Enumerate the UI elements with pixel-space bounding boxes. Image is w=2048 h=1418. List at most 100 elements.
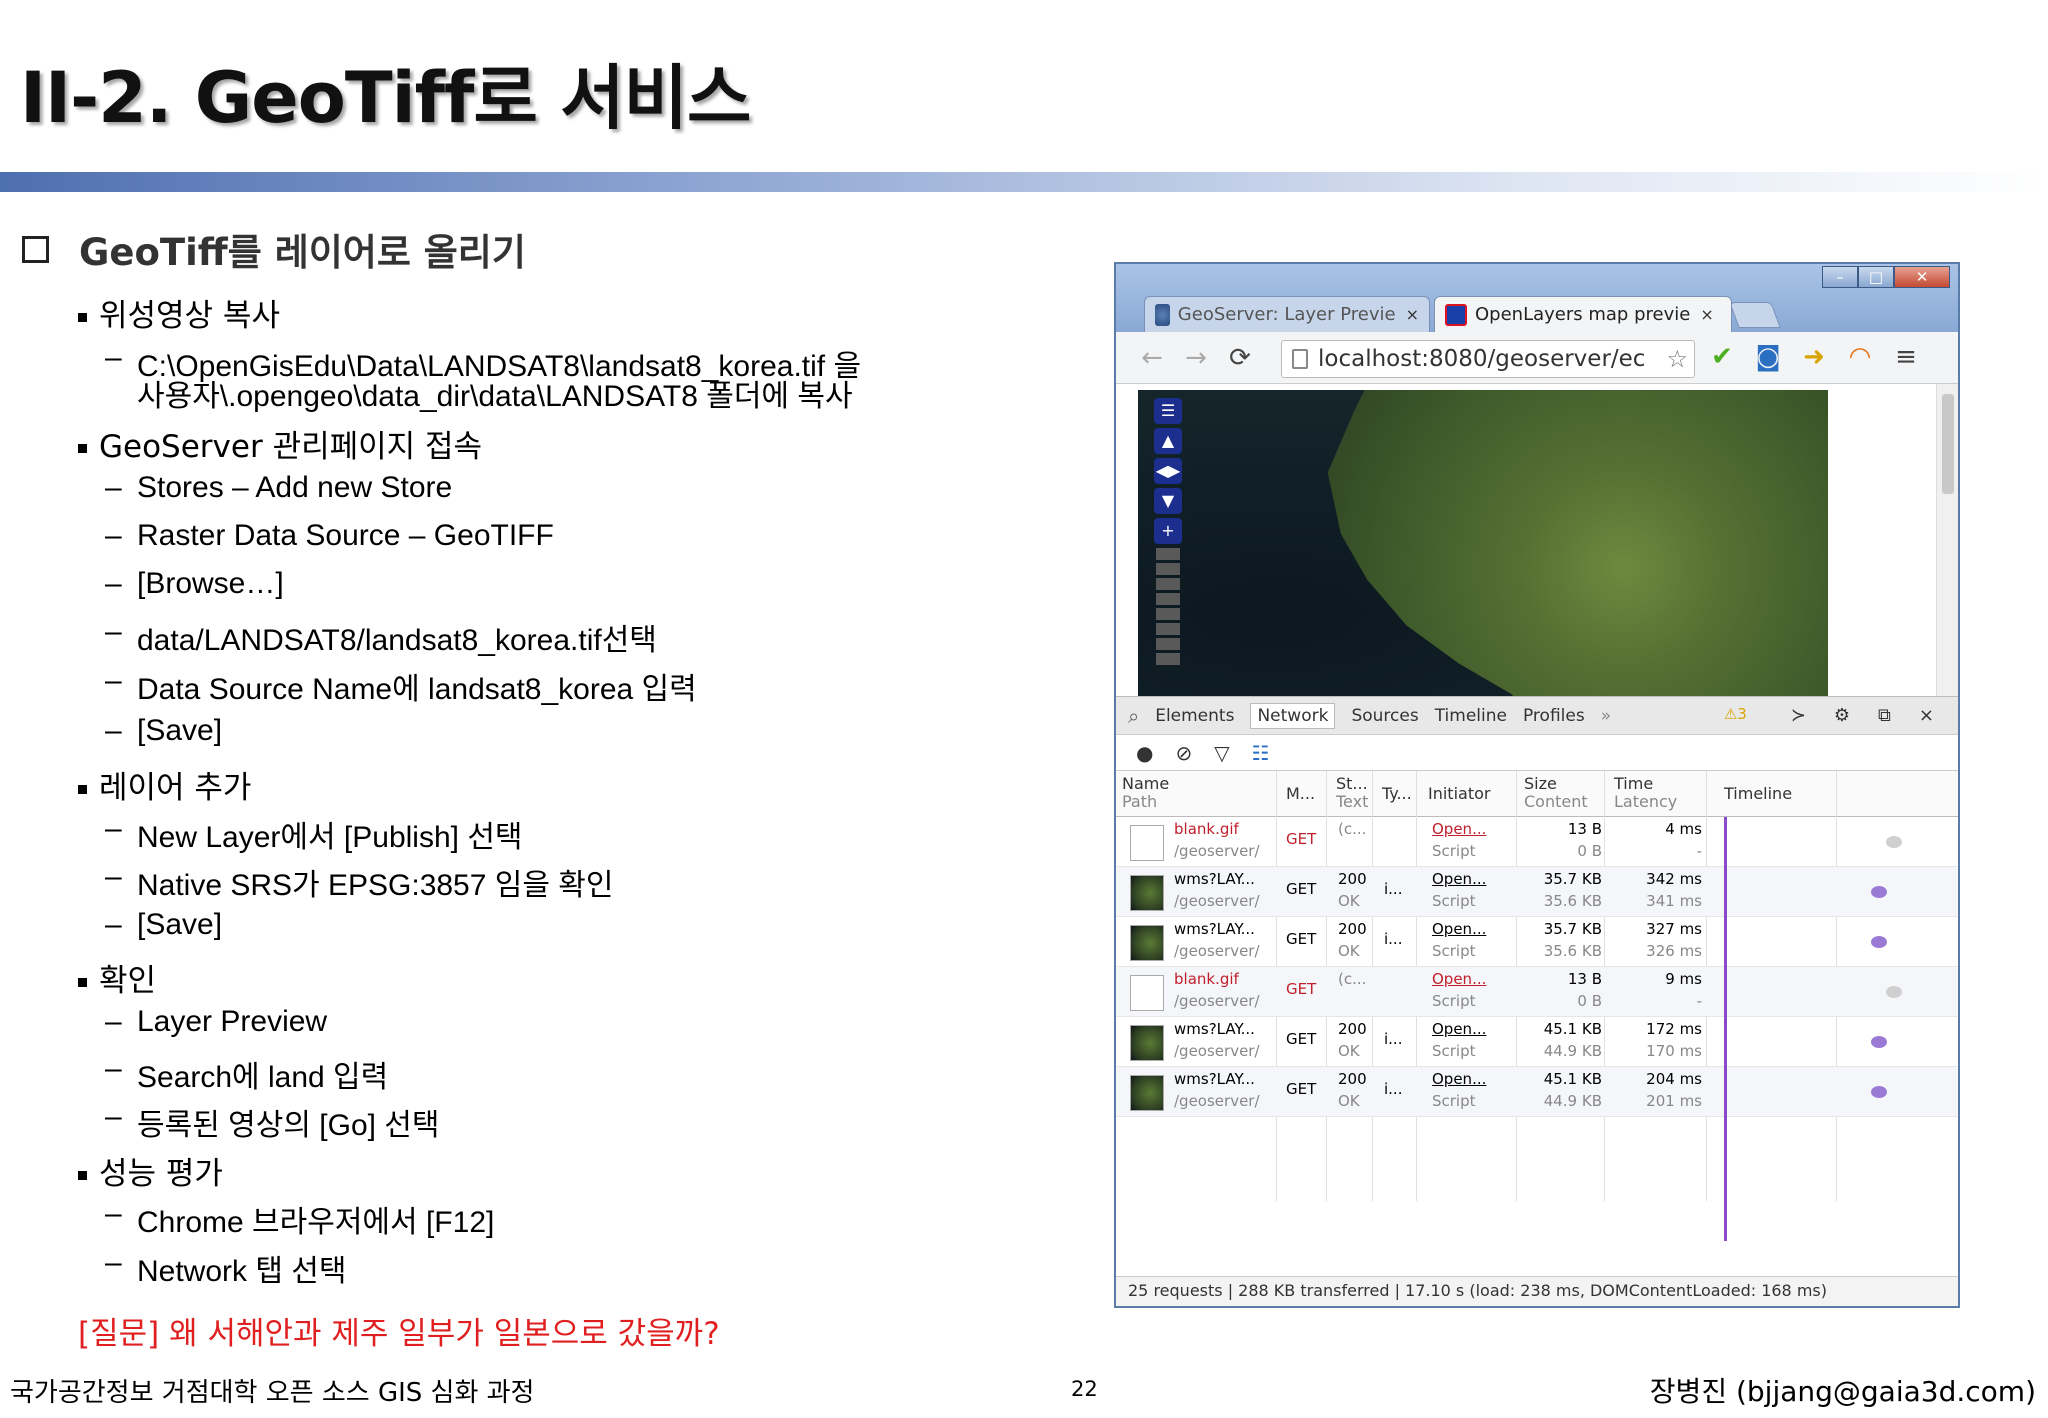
cell-latency: -: [1696, 992, 1702, 1010]
col-timeline[interactable]: Timeline: [1724, 785, 1792, 803]
col-type[interactable]: Ty...: [1382, 785, 1412, 803]
devtools-close-icon[interactable]: ×: [1919, 705, 1934, 726]
window-close-button[interactable]: ✕: [1894, 266, 1950, 288]
cell-content: 35.6 KB: [1543, 942, 1602, 960]
new-tab-button[interactable]: [1729, 302, 1781, 328]
network-row[interactable]: wms?LAY... /geoserver/GET 200 OK i... Open...…: [1116, 1017, 1958, 1067]
network-row[interactable]: wms?LAY... /geoserver/GET 200 OK i... Open...…: [1116, 1067, 1958, 1117]
section-heading: GeoTiff를 레이어로 올리기: [22, 222, 526, 276]
clear-icon[interactable]: ⊘: [1175, 741, 1192, 765]
devtab-more[interactable]: »: [1601, 706, 1611, 726]
cell-latency: -: [1696, 842, 1702, 860]
devtools-tabs: ⌕ Elements Network Sources Timeline Prof…: [1116, 697, 1958, 735]
tab-close-icon[interactable]: ×: [1700, 305, 1713, 324]
request-thumbnail: [1130, 1075, 1164, 1111]
network-row[interactable]: blank.gif/geoserver/GET (c... Open... Scrip…: [1116, 817, 1958, 867]
page-scrollbar[interactable]: [1936, 384, 1958, 696]
page-icon: [1292, 349, 1308, 369]
devtab-elements[interactable]: Elements: [1155, 706, 1234, 726]
minimize-button[interactable]: –: [1822, 266, 1858, 288]
network-row[interactable]: blank.gif/geoserver/GET (c... Open... Scrip…: [1116, 967, 1958, 1017]
timeline-bar: [1871, 1086, 1887, 1098]
dash-bullet-icon: –: [105, 471, 122, 504]
tab-close-icon[interactable]: ×: [1406, 305, 1419, 324]
menu-icon[interactable]: ≡: [1890, 342, 1922, 372]
settings-gear-icon[interactable]: ⚙: [1834, 705, 1850, 726]
ie-tab-icon[interactable]: ◙: [1752, 342, 1784, 372]
console-drawer-icon[interactable]: ≻: [1791, 705, 1806, 726]
sub-bullet-text: Stores – Add new Store: [137, 471, 453, 504]
list-view-icon[interactable]: ☷: [1252, 741, 1270, 765]
record-icon[interactable]: ●: [1136, 741, 1153, 765]
bookmark-star-icon[interactable]: ☆: [1666, 345, 1688, 373]
col-name[interactable]: Name Path: [1122, 775, 1169, 811]
back-arrow-icon[interactable]: ←: [1130, 343, 1174, 373]
sub-bullet-text: [Browse…]: [137, 567, 284, 600]
devtab-profiles[interactable]: Profiles: [1523, 706, 1585, 726]
cell-path: /geoserver/: [1174, 892, 1260, 910]
cell-name: blank.gif: [1174, 820, 1239, 838]
tab-openlayers-map-preview[interactable]: OpenLayers map previe ×: [1434, 296, 1732, 332]
network-table-header: Name Path M... St... Text Ty... Initiator …: [1116, 771, 1958, 817]
cell-status: 200: [1338, 1070, 1367, 1088]
sub-bullet-text: Chrome 브라우저에서 [F12]: [137, 1206, 495, 1239]
col-initiator[interactable]: Initiator: [1428, 785, 1490, 803]
inspect-search-icon[interactable]: ⌕: [1128, 704, 1139, 728]
openlayers-icon: [1445, 303, 1467, 326]
tab-label: GeoServer: Layer Previe: [1177, 304, 1396, 325]
devtab-timeline[interactable]: Timeline: [1435, 706, 1507, 726]
tab-geoserver-layer-preview[interactable]: GeoServer: Layer Previe ×: [1144, 296, 1430, 332]
rss-icon[interactable]: ◠: [1844, 342, 1876, 372]
address-text: localhost:8080/geoserver/ec: [1318, 346, 1646, 372]
col-status[interactable]: St... Text: [1336, 775, 1368, 811]
network-row[interactable]: wms?LAY... /geoserver/GET 200 OK i... Open...…: [1116, 867, 1958, 917]
mobile-extension-icon[interactable]: ➜: [1798, 342, 1830, 372]
pan-down-icon[interactable]: ▼: [1154, 488, 1182, 514]
network-row[interactable]: wms?LAY... /geoserver/GET 200 OK i... Open...…: [1116, 917, 1958, 967]
layer-switcher-icon[interactable]: ☰: [1154, 398, 1182, 424]
cell-content: 35.6 KB: [1543, 892, 1602, 910]
request-thumbnail: [1130, 925, 1164, 961]
pan-up-icon[interactable]: ▲: [1154, 428, 1182, 454]
sub-bullet-text: 사용자\.opengeo\data_dir\data\LANDSAT8 폴더에 …: [137, 380, 853, 413]
col-method[interactable]: M...: [1286, 785, 1315, 803]
bullet-item: 확인: [78, 955, 156, 1000]
pan-left-right-icon[interactable]: ◀▶: [1154, 458, 1182, 484]
cell-content: 0 B: [1577, 992, 1602, 1010]
sub-bullet-text: Native SRS가 EPSG:3857 임을 확인: [137, 869, 614, 902]
cell-name: wms?LAY...: [1174, 920, 1255, 938]
devtab-network[interactable]: Network: [1250, 702, 1336, 729]
filter-icon[interactable]: ▽: [1214, 741, 1229, 765]
sub-bullet-text: Layer Preview: [137, 1005, 328, 1038]
sub-bullet-text: Network 탭 선택: [137, 1255, 347, 1288]
network-toolbar: ● ⊘ ▽ ☷: [1116, 735, 1958, 771]
devtab-sources[interactable]: Sources: [1351, 706, 1418, 726]
zoom-bar[interactable]: [1156, 548, 1180, 665]
dock-icon[interactable]: ⧉: [1878, 705, 1891, 726]
cell-size: 45.1 KB: [1543, 1020, 1602, 1038]
address-bar[interactable]: localhost:8080/geoserver/ec ☆: [1281, 340, 1695, 378]
cell-initiator: Open...: [1432, 1070, 1487, 1088]
cell-method: GET: [1286, 1030, 1317, 1048]
forward-arrow-icon[interactable]: →: [1174, 343, 1218, 373]
sub-bullet-text: 등록된 영상의 [Go] 선택: [137, 1109, 440, 1142]
cell-status: 200: [1338, 920, 1367, 938]
cell-initiator: Open...: [1432, 820, 1487, 838]
map-view[interactable]: ☰ ▲ ◀▶ ▼ +: [1138, 390, 1828, 708]
zoom-in-icon[interactable]: +: [1154, 518, 1182, 544]
request-thumbnail: [1130, 825, 1164, 861]
request-thumbnail: [1130, 1025, 1164, 1061]
maximize-button[interactable]: □: [1858, 266, 1894, 288]
cell-path: /geoserver/: [1174, 842, 1260, 860]
cell-itype: Script: [1432, 892, 1476, 910]
square-bullet-icon: [78, 785, 87, 794]
cell-type: i...: [1384, 1080, 1403, 1098]
dash-bullet-icon: –: [105, 1052, 122, 1085]
reload-icon[interactable]: ⟳: [1218, 343, 1262, 373]
col-size[interactable]: Size Content: [1524, 775, 1588, 811]
check-extension-icon[interactable]: ✔: [1706, 342, 1738, 372]
warning-icon[interactable]: ⚠3: [1724, 705, 1763, 726]
cell-path: /geoserver/: [1174, 1042, 1260, 1060]
col-time[interactable]: Time Latency: [1614, 775, 1677, 811]
cell-size: 45.1 KB: [1543, 1070, 1602, 1088]
